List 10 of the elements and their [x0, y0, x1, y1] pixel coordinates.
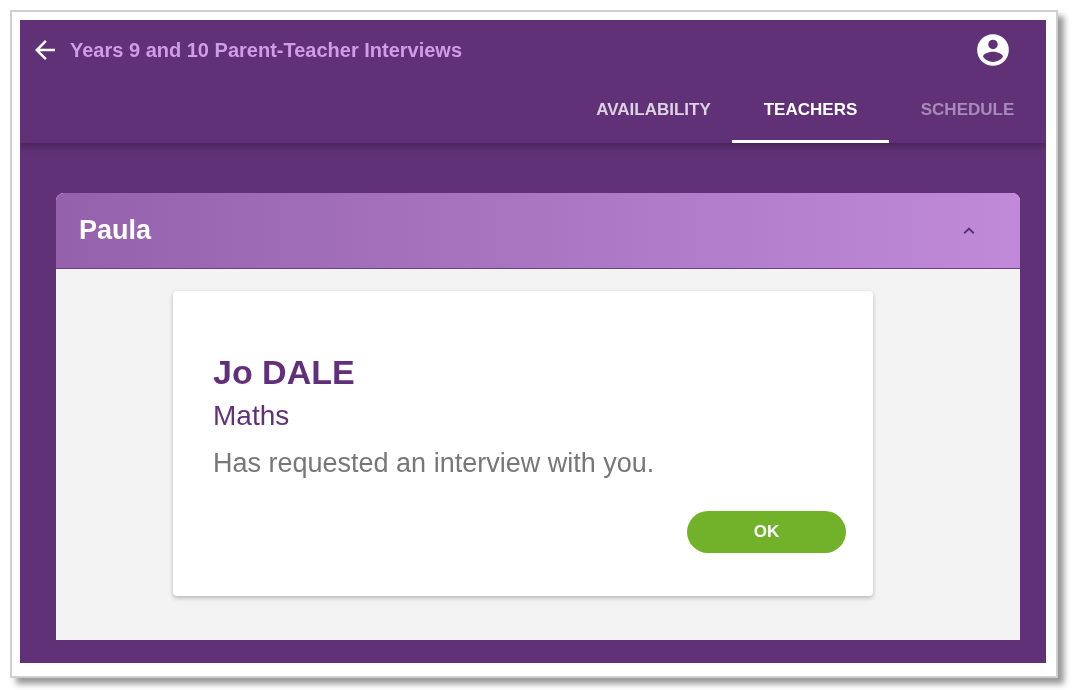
account-icon[interactable]	[974, 31, 1012, 69]
tab[interactable]: AVAILABILITY	[575, 80, 732, 143]
panel-title: Paula	[79, 215, 152, 246]
teacher-name: Jo DALE	[213, 353, 356, 392]
page-title: Years 9 and 10 Parent-Teacher Interviews	[70, 38, 464, 62]
ok-button[interactable]: OK	[687, 511, 846, 553]
panel-header[interactable]: Paula	[56, 193, 1020, 269]
subject: Maths	[213, 400, 291, 432]
tab[interactable]: TEACHERS	[732, 80, 889, 143]
message: Has requested an interview with you.	[213, 448, 656, 479]
